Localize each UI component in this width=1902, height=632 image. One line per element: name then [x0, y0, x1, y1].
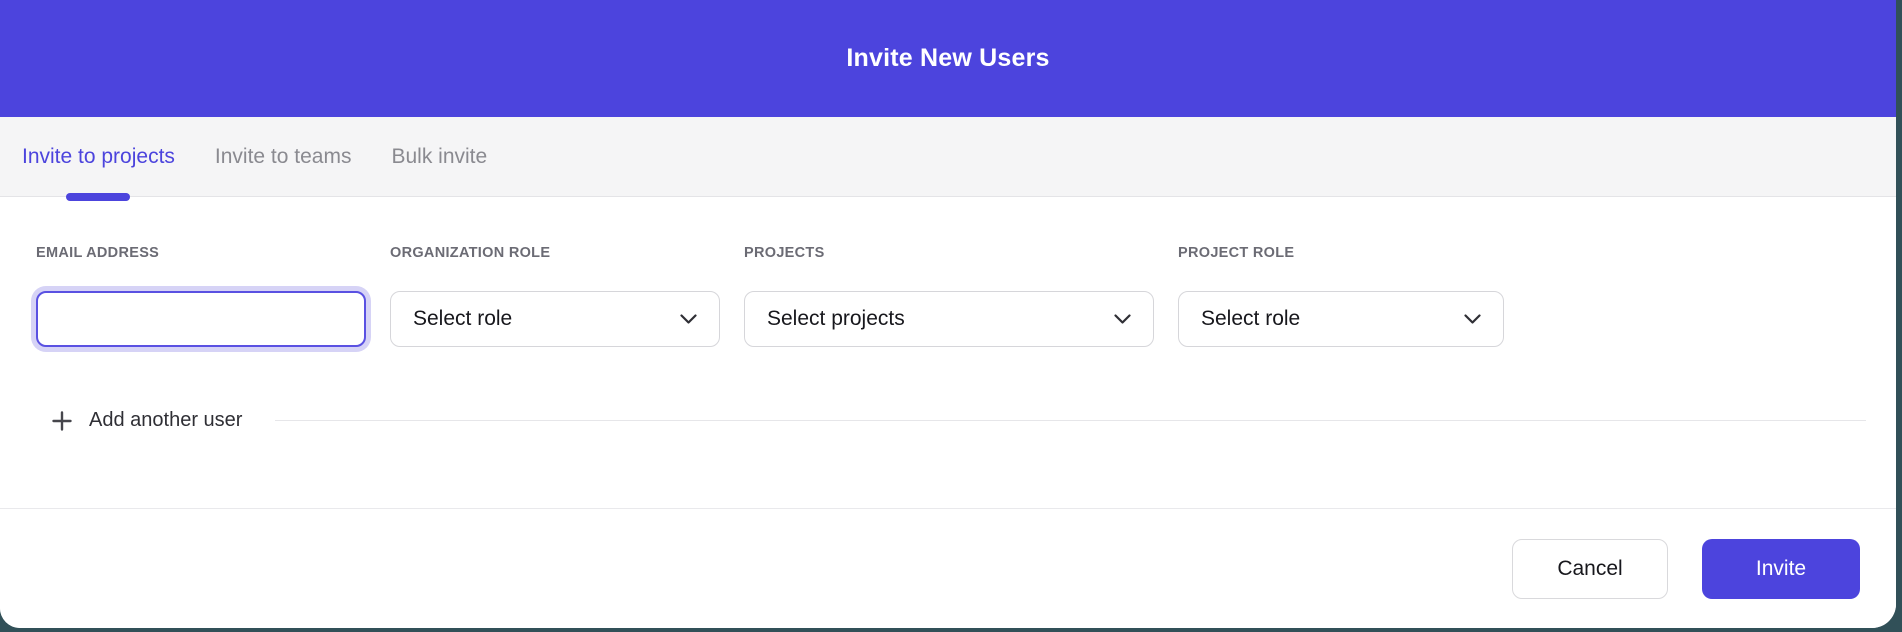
- project-role-value: Select role: [1201, 307, 1300, 331]
- chevron-down-icon: [1464, 314, 1481, 324]
- modal-title: Invite New Users: [846, 44, 1049, 73]
- modal-footer: Cancel Invite: [0, 508, 1896, 628]
- projects-field-group: PROJECTS Select projects: [744, 245, 1154, 347]
- chevron-down-icon: [1114, 314, 1131, 324]
- modal-header: Invite New Users: [0, 0, 1896, 117]
- projects-label: PROJECTS: [744, 245, 1154, 261]
- email-field-group: EMAIL ADDRESS: [36, 245, 366, 347]
- organization-role-field-group: ORGANIZATION ROLE Select role: [390, 245, 720, 347]
- active-tab-indicator: [66, 193, 130, 201]
- project-role-field-group: PROJECT ROLE Select role: [1178, 245, 1504, 347]
- tab-invite-to-projects[interactable]: Invite to projects: [22, 117, 175, 196]
- project-role-select[interactable]: Select role: [1178, 291, 1504, 347]
- invite-new-users-modal: Invite New Users Invite to projects Invi…: [0, 0, 1896, 628]
- organization-role-value: Select role: [413, 307, 512, 331]
- invite-fields-row: EMAIL ADDRESS ORGANIZATION ROLE Select r…: [36, 245, 1866, 347]
- projects-value: Select projects: [767, 307, 905, 331]
- organization-role-label: ORGANIZATION ROLE: [390, 245, 720, 261]
- project-role-label: PROJECT ROLE: [1178, 245, 1504, 261]
- tab-label: Bulk invite: [391, 145, 487, 169]
- tab-invite-to-teams[interactable]: Invite to teams: [215, 117, 352, 196]
- invite-button[interactable]: Invite: [1702, 539, 1860, 599]
- chevron-down-icon: [680, 314, 697, 324]
- email-address-input[interactable]: [36, 291, 366, 347]
- tab-bar: Invite to projects Invite to teams Bulk …: [0, 117, 1896, 197]
- divider-line: [275, 420, 1866, 421]
- tab-label: Invite to projects: [22, 145, 175, 169]
- plus-icon: [52, 411, 72, 431]
- tab-label: Invite to teams: [215, 145, 352, 169]
- projects-select[interactable]: Select projects: [744, 291, 1154, 347]
- email-address-label: EMAIL ADDRESS: [36, 245, 366, 261]
- cancel-button[interactable]: Cancel: [1512, 539, 1668, 599]
- organization-role-select[interactable]: Select role: [390, 291, 720, 347]
- add-another-user-row: Add another user: [36, 409, 1866, 432]
- add-another-user-button[interactable]: Add another user: [89, 409, 242, 432]
- tab-bulk-invite[interactable]: Bulk invite: [391, 117, 487, 196]
- modal-content: EMAIL ADDRESS ORGANIZATION ROLE Select r…: [0, 197, 1896, 508]
